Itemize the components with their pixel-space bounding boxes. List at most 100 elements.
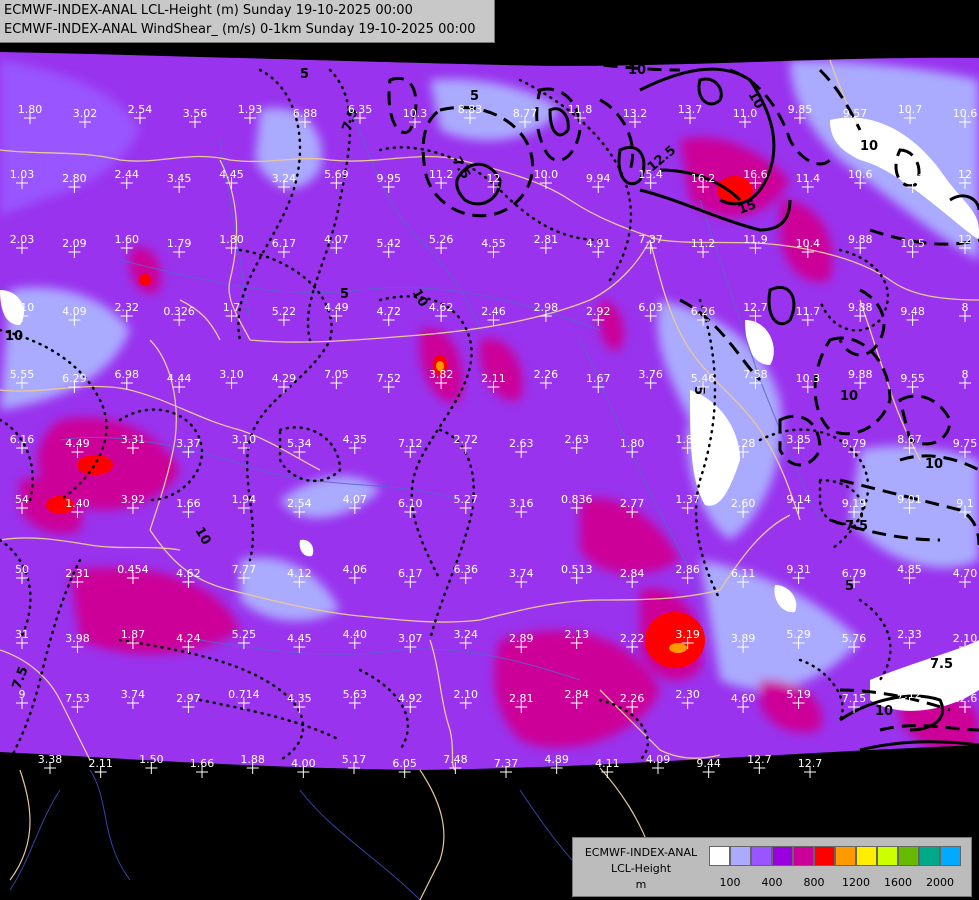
grid-value-label: 9.1 <box>956 497 974 510</box>
grid-value-label: 4.49 <box>65 437 90 450</box>
grid-value-label: 8 <box>962 368 969 381</box>
grid-value-label: 2.11 <box>481 372 506 385</box>
grid-value-label: 4.29 <box>272 372 297 385</box>
grid-value-label: 10.2 <box>900 172 925 185</box>
legend-swatch <box>835 846 856 866</box>
grid-value-label: 2.44 <box>115 168 140 181</box>
grid-value-label: 10.6 <box>848 168 873 181</box>
grid-value-label: 0.513 <box>561 563 593 576</box>
grid-value-label: 2.10 <box>454 688 479 701</box>
grid-value-label: 10.4 <box>796 237 821 250</box>
grid-value-label: 2.97 <box>176 692 201 705</box>
title-windshear: ECMWF-INDEX-ANAL WindShear_ (m/s) 0-1km … <box>4 22 476 37</box>
grid-value-label: 5.42 <box>376 237 401 250</box>
grid-value-label: 5.63 <box>343 688 368 701</box>
grid-value-label: 11.2 <box>429 168 454 181</box>
legend-swatch <box>856 846 877 866</box>
grid-value-label: 1.80 <box>620 437 645 450</box>
grid-value-label: 5.22 <box>272 305 297 318</box>
grid-value-label: 9.85 <box>788 103 813 116</box>
grid-value-label: 9.88 <box>848 368 873 381</box>
grid-value-label: 7.48 <box>443 753 468 766</box>
grid-value-label: 3.85 <box>786 433 811 446</box>
grid-value-label: 6.10 <box>398 497 423 510</box>
grid-value-label: 3.74 <box>121 688 146 701</box>
grid-value-label: 6.36 <box>454 563 479 576</box>
grid-value-label: 2.81 <box>509 692 534 705</box>
grid-value-label: 5.76 <box>842 632 867 645</box>
grid-value-label: 5.28 <box>731 437 756 450</box>
grid-value-label: 8.67 <box>897 433 922 446</box>
grid-value-label: 0.454 <box>117 563 149 576</box>
grid-value-label: 7.37 <box>494 757 519 770</box>
grid-value-label: 3.45 <box>167 172 192 185</box>
legend-swatch <box>814 846 835 866</box>
grid-value-label: 5.55 <box>10 368 35 381</box>
grid-value-label: 3.76 <box>638 368 663 381</box>
grid-value-label: 2.46 <box>481 305 506 318</box>
grid-value-label: 50 <box>15 563 29 576</box>
grid-value-label: 10.6 <box>953 107 978 120</box>
grid-value-label: 9.44 <box>696 757 721 770</box>
grid-value-label: 2.84 <box>564 688 589 701</box>
grid-value-label: 1.80 <box>219 233 244 246</box>
legend-swatch <box>919 846 940 866</box>
legend-title: ECMWF-INDEX-ANAL <box>584 846 698 859</box>
grid-value-label: 4.45 <box>219 168 244 181</box>
grid-value-label: 4.62 <box>429 301 454 314</box>
grid-value-label: 54 <box>15 493 29 506</box>
legend-swatch <box>793 846 814 866</box>
legend-tick-label: 2000 <box>926 876 954 889</box>
grid-value-label: 3.07 <box>398 632 423 645</box>
grid-value-label: 2.26 <box>620 692 645 705</box>
grid-value-label: 3.38 <box>38 753 63 766</box>
grid-value-label: 4.24 <box>176 632 201 645</box>
grid-value-label: 4.35 <box>287 692 312 705</box>
grid-value-label: 2.33 <box>897 628 922 641</box>
grid-value-label: 5.69 <box>324 168 349 181</box>
grid-value-label: 9.95 <box>376 172 401 185</box>
contour-label: 7.5 <box>930 657 953 672</box>
grid-value-label: 12.6 <box>953 692 978 705</box>
grid-value-label: 2.10 <box>953 632 978 645</box>
grid-value-label: 1.40 <box>65 497 90 510</box>
grid-value-label: 11.2 <box>691 237 716 250</box>
grid-value-label: 11.4 <box>796 172 821 185</box>
contour-label: 10 <box>860 139 878 154</box>
grid-value-label: 12 <box>958 168 972 181</box>
grid-value-label: 5.19 <box>786 688 811 701</box>
grid-value-label: 3.56 <box>183 107 208 120</box>
grid-value-label: 11.8 <box>568 103 593 116</box>
grid-value-label: 1.7 <box>223 301 241 314</box>
grid-value-label: 5.26 <box>429 233 454 246</box>
grid-value-label: 1.50 <box>139 753 164 766</box>
grid-value-label: 2.31 <box>65 567 90 580</box>
grid-value-label: 12 <box>487 172 501 185</box>
grid-value-label: 3.16 <box>509 497 534 510</box>
grid-value-label: 5.29 <box>786 628 811 641</box>
grid-value-label: 6.88 <box>293 107 318 120</box>
grid-value-label: 9.79 <box>842 437 867 450</box>
grid-value-label: 5.46 <box>691 372 716 385</box>
grid-value-label: 4.49 <box>324 301 349 314</box>
contour-label: 5 <box>470 89 479 104</box>
grid-value-label: 3.10 <box>219 368 244 381</box>
grid-value-label: 2.86 <box>675 563 700 576</box>
grid-value-label: 11.0 <box>733 107 758 120</box>
grid-value-label: 2.84 <box>620 567 645 580</box>
contour-label: 7.5 <box>845 519 868 534</box>
grid-value-label: 8 <box>962 301 969 314</box>
grid-value-label: 9.14 <box>786 493 811 506</box>
grid-value-label: 4.89 <box>544 753 569 766</box>
grid-value-label: 31 <box>15 628 29 641</box>
title-lcl: ECMWF-INDEX-ANAL LCL-Height (m) Sunday 1… <box>4 3 413 18</box>
grid-value-label: 2.22 <box>620 632 645 645</box>
grid-value-label: 2.98 <box>534 301 559 314</box>
legend-unit: m <box>635 878 647 891</box>
grid-value-label: 2.63 <box>509 437 534 450</box>
grid-value-label: 12 <box>958 233 972 246</box>
grid-value-label: 3.92 <box>121 493 146 506</box>
grid-value-label: 9.55 <box>900 372 925 385</box>
grid-value-label: 9.94 <box>586 172 611 185</box>
grid-value-label: 10.7 <box>898 103 923 116</box>
